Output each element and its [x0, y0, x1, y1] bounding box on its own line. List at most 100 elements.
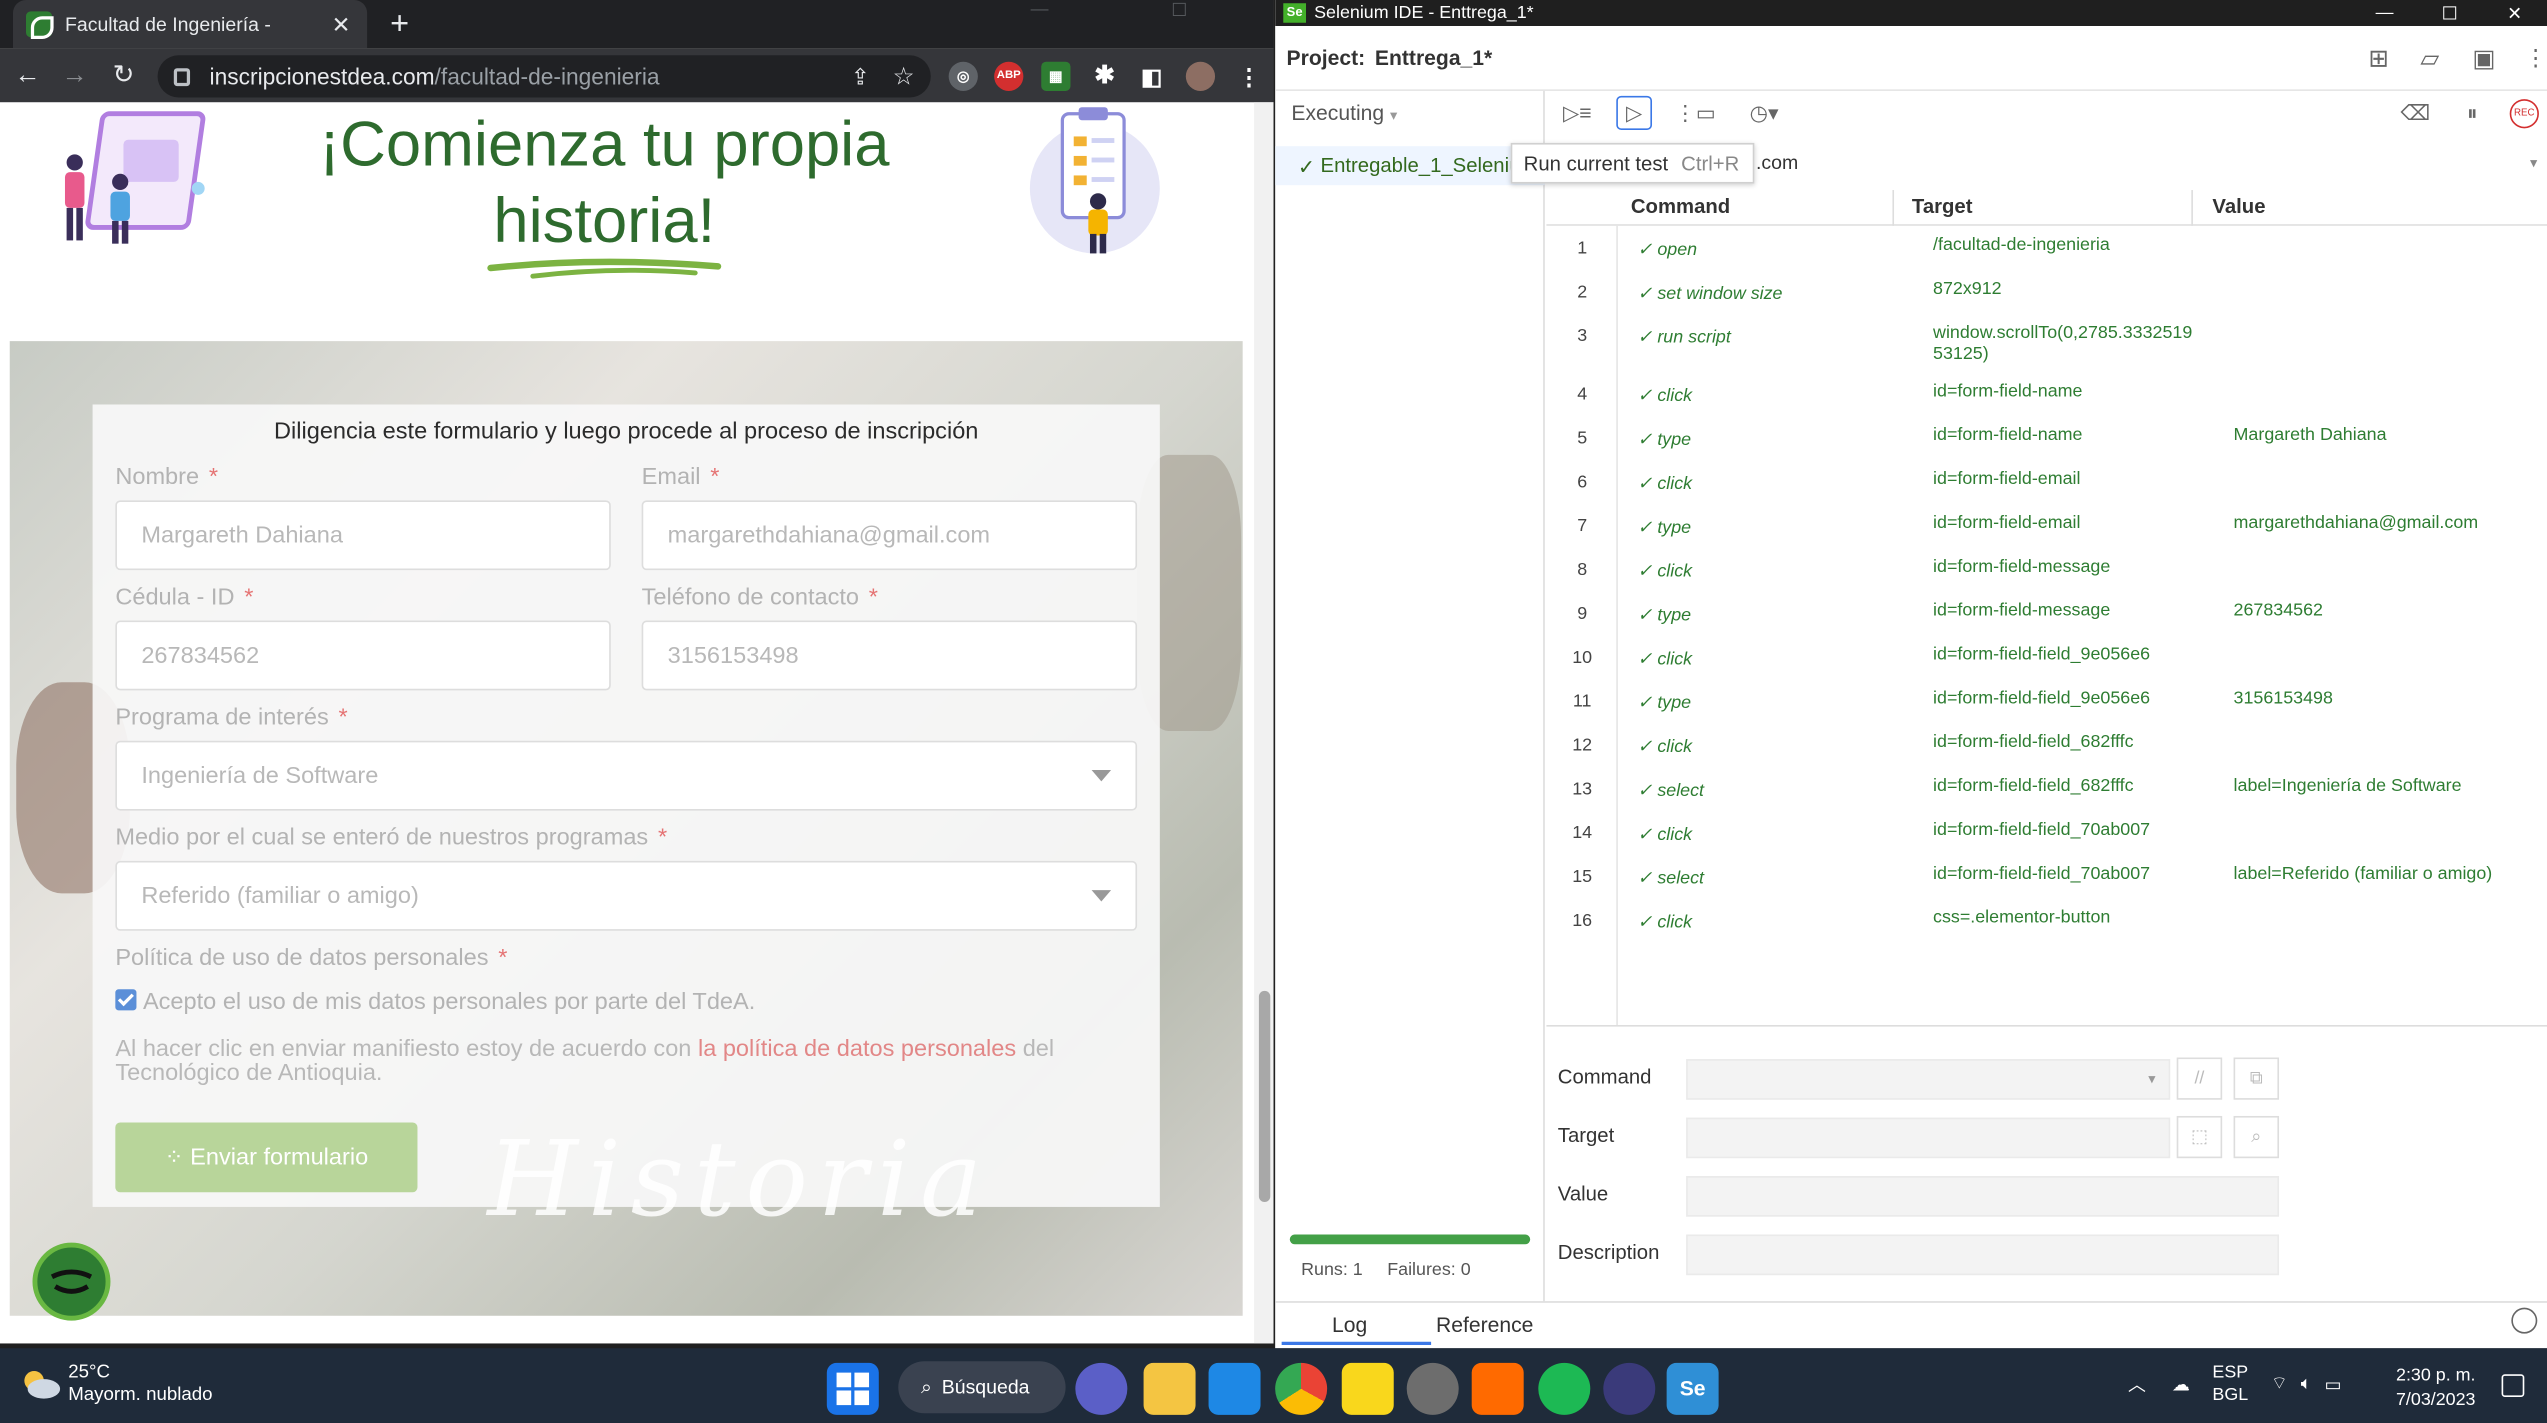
- command-row[interactable]: 10 ✓ click id=form-field-field_9e056e6: [1546, 635, 2547, 679]
- submit-button[interactable]: ⁘ Enviar formulario: [115, 1122, 418, 1193]
- telefono-input[interactable]: 3156153498: [641, 620, 1138, 691]
- onedrive-icon[interactable]: ☁: [2172, 1373, 2190, 1394]
- minimize-icon[interactable]: —: [2352, 3, 2417, 22]
- project-name[interactable]: Enttrega_1*: [1375, 45, 1492, 69]
- value-input[interactable]: [1686, 1176, 2280, 1217]
- reload-icon[interactable]: ↻: [106, 58, 142, 94]
- command-row[interactable]: 8 ✓ click id=form-field-message: [1546, 547, 2547, 591]
- sublime-text-icon[interactable]: [1471, 1362, 1524, 1415]
- pause-on-exceptions-icon[interactable]: ⏸: [2456, 101, 2488, 129]
- profile-avatar[interactable]: [1185, 61, 1216, 91]
- command-row[interactable]: 9 ✓ type id=form-field-message 267834562: [1546, 591, 2547, 635]
- email-input[interactable]: margarethdahiana@gmail.com: [641, 500, 1138, 571]
- test-item[interactable]: ✓ Entregable_1_Selenium: [1275, 146, 1545, 186]
- more-menu-icon[interactable]: ⋮: [2524, 44, 2547, 72]
- record-icon[interactable]: REC: [2509, 99, 2539, 129]
- back-icon[interactable]: ←: [10, 58, 46, 94]
- minimize-icon[interactable]: —: [1002, 0, 1077, 23]
- nombre-input[interactable]: Margareth Dahiana: [115, 500, 611, 571]
- maximize-icon[interactable]: ☐: [2417, 2, 2482, 23]
- maximize-icon[interactable]: ☐: [1142, 0, 1217, 23]
- file-explorer-icon[interactable]: [1143, 1362, 1196, 1415]
- battery-icon[interactable]: ▭: [2324, 1373, 2341, 1394]
- selenium-logo-icon: Se: [1283, 3, 1307, 23]
- taskbar-search[interactable]: ⌕ Búsqueda: [898, 1361, 1066, 1414]
- spotify-icon[interactable]: [1538, 1362, 1591, 1415]
- extension-icon[interactable]: ◎: [948, 61, 978, 91]
- speed-icon[interactable]: ◷▾: [1740, 101, 1789, 129]
- command-row[interactable]: 3 ✓ run script window.scrollTo(0,2785.3332…: [1546, 314, 2547, 372]
- command-row[interactable]: 15 ✓ select id=form-field-field_70ab007 lab…: [1546, 854, 2547, 898]
- hero-illustration-left: [64, 111, 206, 244]
- adblock-icon[interactable]: ABP: [994, 61, 1024, 91]
- command-row[interactable]: 12 ✓ click id=form-field-field_682fffc: [1546, 723, 2547, 767]
- app-icon[interactable]: [1603, 1362, 1656, 1415]
- find-target-icon[interactable]: ⌕: [2233, 1115, 2280, 1159]
- command-row[interactable]: 13 ✓ select id=form-field-field_682fffc lab…: [1546, 767, 2547, 811]
- language-indicator[interactable]: ESP BGL: [2212, 1361, 2248, 1406]
- open-docs-icon[interactable]: ⧉: [2233, 1057, 2280, 1100]
- forward-icon[interactable]: →: [57, 58, 93, 94]
- mail-icon[interactable]: [1208, 1362, 1261, 1415]
- base-url-select[interactable]: .com ▾: [1756, 146, 2537, 178]
- chrome-icon[interactable]: [1275, 1362, 1328, 1415]
- chat-widget-button[interactable]: [32, 1242, 111, 1321]
- weather-widget[interactable]: 25°C Mayorm. nublado: [19, 1361, 213, 1406]
- command-row[interactable]: 2 ✓ set window size 872x912: [1546, 270, 2547, 314]
- command-value: Margareth Dahiana: [2233, 425, 2387, 446]
- tab-log[interactable]: Log: [1332, 1313, 1367, 1337]
- cedula-input[interactable]: 267834562: [115, 620, 611, 691]
- sheets-extension-icon[interactable]: ▦: [1041, 61, 1071, 91]
- clear-log-icon[interactable]: [2511, 1307, 2538, 1334]
- medio-select[interactable]: Referido (familiar o amigo): [115, 860, 1138, 931]
- command-row[interactable]: 1 ✓ open/facultad-de-ingenieria: [1546, 226, 2547, 270]
- run-all-tests-icon[interactable]: ▷≡: [1561, 101, 1593, 129]
- menu-kebab-icon[interactable]: ⋮: [1235, 62, 1264, 91]
- command-select[interactable]: ▾: [1686, 1059, 2171, 1100]
- command-row[interactable]: 6 ✓ click id=form-field-email: [1546, 460, 2547, 504]
- command-value: 267834562: [2233, 601, 2323, 621]
- side-panel-icon[interactable]: ◧: [1137, 62, 1166, 91]
- step-over-icon[interactable]: ⋮▭: [1675, 101, 1716, 129]
- run-current-test-icon[interactable]: ▷: [1616, 95, 1653, 130]
- close-tab-icon[interactable]: ✕: [328, 11, 354, 37]
- disable-breakpoints-icon[interactable]: ⌫: [2399, 101, 2431, 129]
- bookmark-star-icon[interactable]: ☆: [893, 62, 915, 91]
- command-row[interactable]: 5 ✓ type id=form-field-name Margareth Dahia…: [1546, 416, 2547, 460]
- save-project-icon[interactable]: ▣: [2472, 43, 2524, 73]
- volume-icon[interactable]: 🔈︎: [2301, 1373, 2312, 1394]
- chevron-up-icon[interactable]: ︿: [2128, 1371, 2146, 1397]
- executing-dropdown[interactable]: Executing ▾: [1291, 101, 1397, 125]
- clock[interactable]: 2:30 p. m. 7/03/2023: [2396, 1364, 2475, 1413]
- app-icon[interactable]: [1406, 1362, 1459, 1415]
- select-target-icon[interactable]: ⬚: [2176, 1115, 2223, 1159]
- command-row[interactable]: 11 ✓ type id=form-field-field_9e056e6 31561…: [1546, 679, 2547, 723]
- new-project-icon[interactable]: ⊞: [2368, 43, 2420, 73]
- sticky-notes-icon[interactable]: [1341, 1362, 1394, 1415]
- new-tab-icon[interactable]: +: [383, 8, 415, 40]
- command-row[interactable]: 4 ✓ click id=form-field-name: [1546, 372, 2547, 416]
- scrollbar-thumb[interactable]: [1258, 990, 1271, 1203]
- selenium-ide-taskbar-icon[interactable]: Se: [1666, 1362, 1719, 1415]
- target-input[interactable]: [1686, 1117, 2171, 1159]
- notifications-icon[interactable]: [2501, 1374, 2525, 1397]
- policy-link[interactable]: la política de datos personales: [698, 1036, 1016, 1062]
- wifi-icon[interactable]: ⌔: [2271, 1373, 2288, 1396]
- programa-select[interactable]: Ingeniería de Software: [115, 740, 1138, 811]
- open-project-icon[interactable]: ▱: [2420, 43, 2472, 73]
- close-icon[interactable]: ✕: [2482, 2, 2547, 23]
- address-bar[interactable]: inscripcionestdea.com/facultad-de-ingeni…: [157, 55, 931, 98]
- extensions-puzzle-icon[interactable]: ✱: [1090, 62, 1119, 91]
- teams-chat-icon[interactable]: [1075, 1362, 1128, 1415]
- share-icon[interactable]: ⇪: [851, 63, 870, 91]
- description-input[interactable]: [1686, 1234, 2280, 1276]
- command-row[interactable]: 16 ✓ click css=.elementor-button: [1546, 898, 2547, 942]
- command-row[interactable]: 14 ✓ click id=form-field-field_70ab007: [1546, 811, 2547, 855]
- start-windows-icon[interactable]: [826, 1362, 879, 1415]
- comment-toggle-icon[interactable]: //: [2176, 1057, 2223, 1100]
- accept-policy-checkbox[interactable]: [115, 989, 137, 1011]
- tab-reference[interactable]: Reference: [1436, 1313, 1533, 1337]
- command-row[interactable]: 7 ✓ type id=form-field-email margarethdahia…: [1546, 504, 2547, 548]
- browser-tab[interactable]: Facultad de Ingeniería - ✕: [12, 0, 368, 49]
- command-target: id=form-field-field_682fffc: [1933, 732, 2134, 753]
